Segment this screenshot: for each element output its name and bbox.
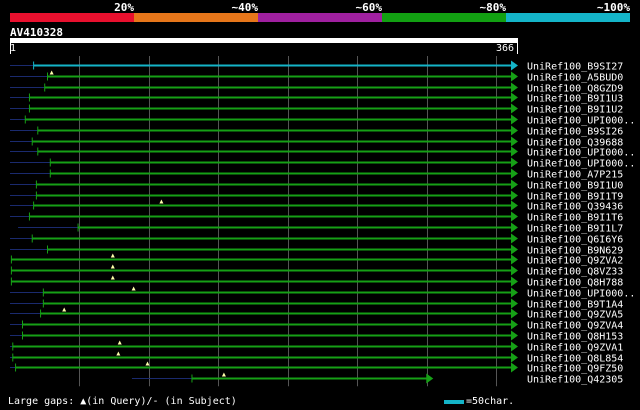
hit-arrow [511, 200, 518, 211]
hit-name-label: UniRef100_UPI000.. [527, 148, 635, 159]
hit-name-label: UniRef100_Q8H788 [527, 278, 623, 289]
hit-name-label: UniRef100_B9I1U3 [527, 94, 623, 105]
hit-name-label: UniRef100_B9I1T6 [527, 213, 623, 224]
query-gap-marker [117, 340, 122, 345]
hit-arrow [511, 136, 518, 147]
query-gap-marker [49, 70, 54, 75]
hit-arrow [511, 125, 518, 136]
hit-name-label: UniRef100_B9SI26 [527, 127, 623, 138]
hit-name-label: UniRef100_A7P215 [527, 170, 623, 181]
hit-arrow [511, 298, 518, 309]
query-gap-marker [110, 253, 115, 258]
hit-name-label: UniRef100_Q9ZVA5 [527, 310, 623, 321]
query-gap-marker [116, 351, 121, 356]
scale-label: =50char. [466, 396, 515, 407]
hit-arrow [511, 82, 518, 93]
hit-name-label: UniRef100_UPI000.. [527, 116, 635, 127]
hit-arrow [511, 103, 518, 114]
hit-arrow [511, 114, 518, 125]
hit-name-label: UniRef100_B9I1L7 [527, 224, 623, 235]
hit-arrow [511, 319, 518, 330]
hit-arrow [511, 362, 518, 373]
gaps-legend: Large gaps: ▲(in Query)/- (in Subject) [8, 396, 237, 407]
hit-name-label: UniRef100_Q9ZVA4 [527, 321, 623, 332]
query-gap-marker [159, 199, 164, 204]
hit-arrow [511, 168, 518, 179]
hit-arrow [511, 330, 518, 341]
query-gap-marker [131, 286, 136, 291]
hit-arrow [511, 211, 518, 222]
hit-name-label: UniRef100_Q39436 [527, 202, 623, 213]
hit-name-label: UniRef100_Q8VZ33 [527, 267, 623, 278]
query-gap-marker [221, 372, 226, 377]
scale-bar [444, 400, 464, 404]
hit-name-label: UniRef100_B9SI27 [527, 62, 623, 73]
hit-name-label: UniRef100_Q6I6Y6 [527, 235, 623, 246]
hit-arrow [511, 308, 518, 319]
alignment-plot: UniRef100_B9SI27UniRef100_A5BUD0 UniRef10… [10, 56, 635, 387]
hit-arrow [426, 373, 434, 384]
hit-arrow [511, 92, 518, 103]
hit-arrow [511, 157, 518, 168]
hit-arrow [511, 287, 518, 298]
hit-arrow [511, 233, 518, 244]
query-gap-marker [62, 307, 67, 312]
query-gap-marker [110, 264, 115, 269]
hit-name-label: UniRef100_A5BUD0 [527, 73, 623, 84]
hit-name-label: UniRef100_Q9FZ50 [527, 364, 623, 375]
hit-name-label: UniRef100_Q8H153 [527, 332, 623, 343]
hit-arrow [511, 146, 518, 157]
hit-arrow [511, 276, 518, 287]
hit-arrow [511, 352, 518, 363]
hit-name-label: UniRef100_B9I1U2 [527, 105, 623, 116]
hit-arrow [511, 190, 518, 201]
hit-name-label: UniRef100_Q9ZVA2 [527, 256, 623, 267]
hit-arrow [511, 265, 518, 276]
hit-arrow [511, 60, 518, 71]
hit-arrow [511, 341, 518, 352]
hit-name-label: UniRef100_B9I1U0 [527, 181, 623, 192]
hit-name-label: UniRef100_UPI000.. [527, 289, 635, 300]
hit-name-label: UniRef100_Q9ZVA1 [527, 343, 623, 354]
hit-arrow [511, 71, 518, 82]
hit-arrow [511, 244, 518, 255]
hit-arrow [511, 222, 518, 233]
hit-name-label: UniRef100_UPI000.. [527, 159, 635, 170]
hit-name-label: UniRef100_Q42305 [527, 375, 623, 386]
hit-arrow [511, 179, 518, 190]
hit-arrow [511, 254, 518, 265]
query-gap-marker [145, 361, 150, 366]
query-gap-marker [110, 275, 115, 280]
